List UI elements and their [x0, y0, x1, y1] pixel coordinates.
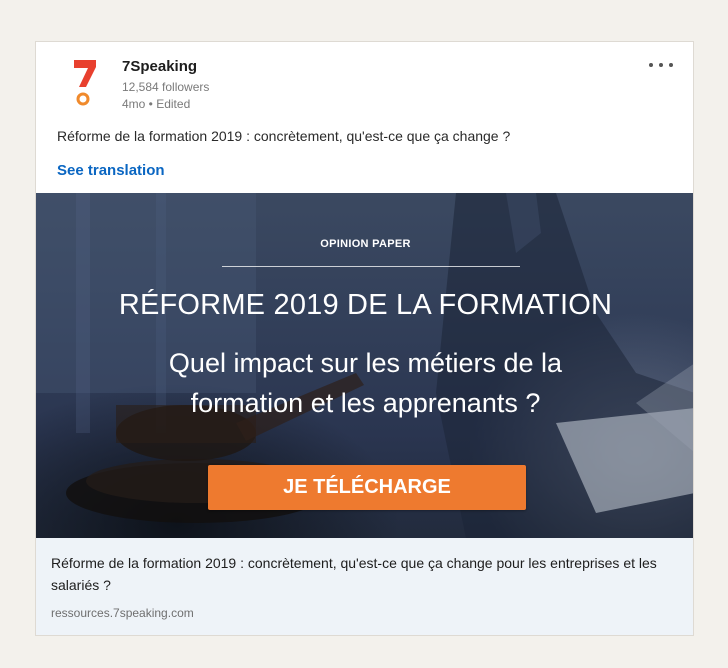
follower-count: 12,584 followers	[122, 80, 210, 94]
post-meta: 4mo • Edited	[122, 97, 191, 111]
link-preview[interactable]: Réforme de la formation 2019 : concrètem…	[36, 538, 693, 635]
post-header: 7Speaking 12,584 followers 4mo • Edited	[36, 42, 693, 122]
link-preview-title[interactable]: Réforme de la formation 2019 : concrètem…	[51, 552, 671, 596]
company-name[interactable]: 7Speaking	[122, 58, 197, 75]
post-card: 7Speaking 12,584 followers 4mo • Edited …	[35, 41, 694, 636]
download-button[interactable]: JE TÉLÉCHARGE	[208, 465, 526, 510]
banner-divider	[222, 266, 520, 267]
link-preview-domain: ressources.7speaking.com	[51, 606, 194, 620]
banner-label: OPINION PAPER	[320, 238, 411, 250]
post-text: Réforme de la formation 2019 : concrètem…	[57, 128, 511, 144]
banner-subtitle-line-2: formation et les apprenants ?	[190, 388, 541, 418]
post-image-banner[interactable]: OPINION PAPER RÉFORME 2019 DE LA FORMATI…	[36, 193, 693, 538]
banner-subtitle-line-1: Quel impact sur les métiers de la	[168, 348, 563, 378]
company-logo[interactable]	[71, 56, 99, 108]
see-translation-link[interactable]: See translation	[57, 162, 165, 179]
banner-subtitle: Quel impact sur les métiers de la format…	[36, 343, 693, 423]
more-horizontal-icon	[649, 63, 653, 67]
more-options-button[interactable]	[647, 56, 675, 72]
banner-title: RÉFORME 2019 DE LA FORMATION	[118, 289, 613, 321]
